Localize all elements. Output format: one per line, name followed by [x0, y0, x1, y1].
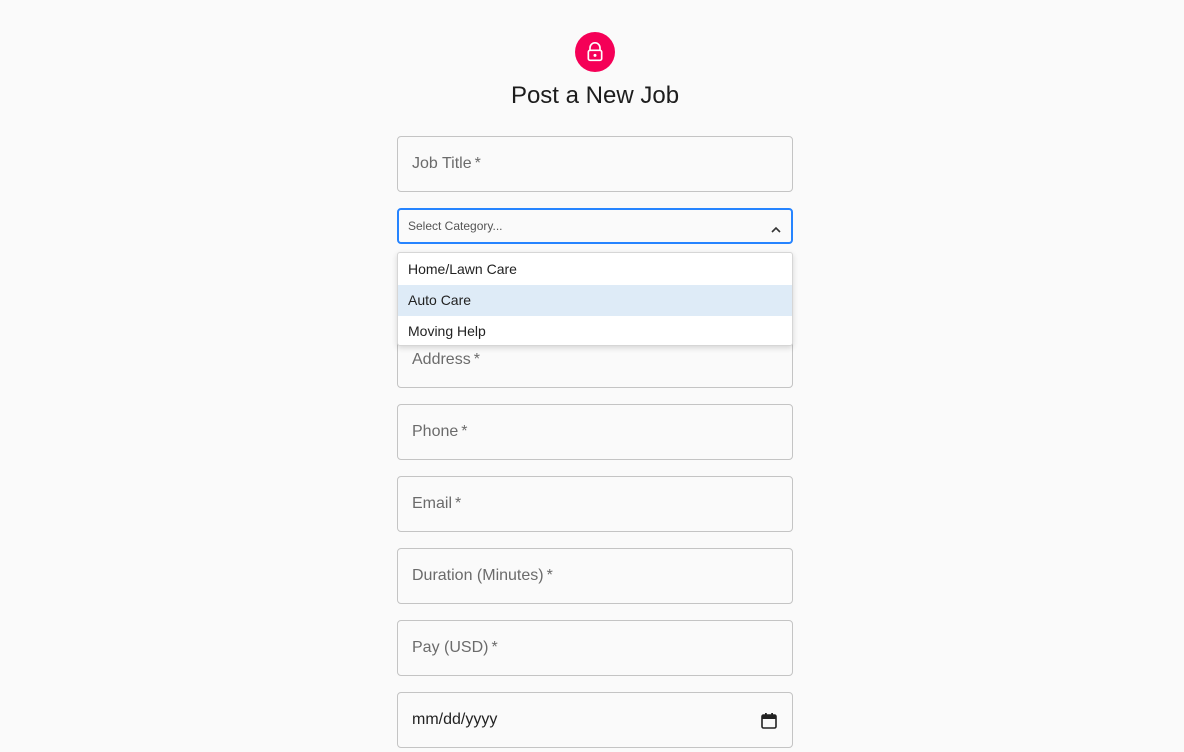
duration-field[interactable]: Duration (Minutes) * — [397, 548, 793, 604]
phone-label: Phone — [412, 423, 459, 440]
category-placeholder: Select Category... — [408, 219, 503, 233]
category-select[interactable]: Select Category... — [397, 208, 793, 244]
category-option[interactable]: Moving Help — [398, 316, 792, 347]
date-placeholder: mm/dd/yyyy — [412, 711, 498, 728]
required-marker: * — [474, 155, 481, 172]
pay-field[interactable]: Pay (USD) * — [397, 620, 793, 676]
calendar-icon[interactable] — [760, 711, 778, 729]
email-label: Email — [412, 495, 453, 512]
required-marker: * — [473, 351, 480, 368]
category-menu: Home/Lawn Care Auto Care Moving Help — [397, 252, 793, 346]
category-option[interactable]: Home/Lawn Care — [398, 254, 792, 285]
lock-icon — [587, 42, 603, 62]
address-label: Address — [412, 351, 471, 368]
job-title-label: Job Title — [412, 155, 472, 172]
email-field[interactable]: Email * — [397, 476, 793, 532]
required-marker: * — [491, 639, 498, 656]
post-job-page: Post a New Job Job Title * Select Categor… — [0, 0, 1184, 752]
pay-label: Pay (USD) — [412, 639, 489, 656]
phone-field[interactable]: Phone * — [397, 404, 793, 460]
chevron-up-icon[interactable] — [770, 223, 782, 235]
lock-avatar — [575, 32, 615, 72]
job-title-field[interactable]: Job Title * — [397, 136, 793, 192]
required-marker: * — [455, 495, 462, 512]
page-title: Post a New Job — [510, 82, 680, 109]
required-marker: * — [546, 567, 553, 584]
category-option-highlighted[interactable]: Auto Care — [398, 285, 792, 316]
date-input[interactable]: mm/dd/yyyy — [397, 692, 793, 748]
duration-label: Duration (Minutes) — [412, 567, 544, 584]
required-marker: * — [461, 423, 468, 440]
